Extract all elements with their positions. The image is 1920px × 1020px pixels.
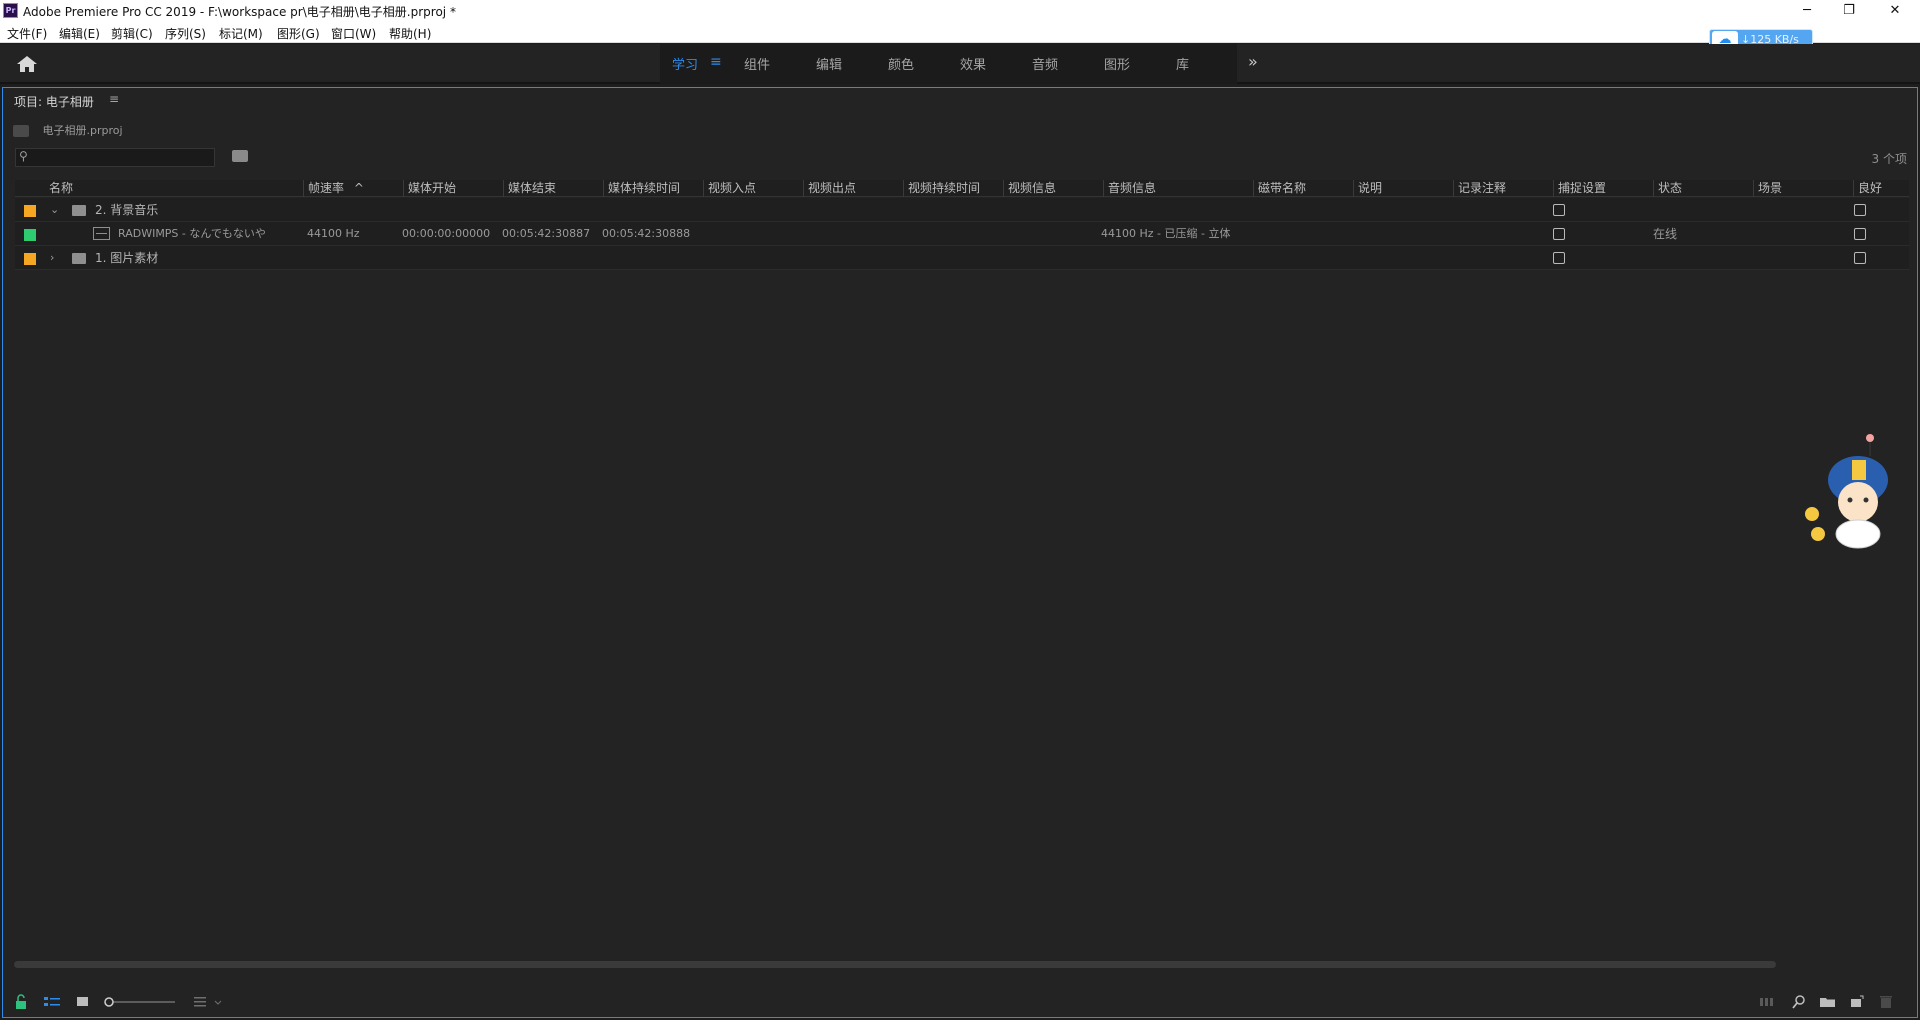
minimize-button[interactable]: ─	[1784, 0, 1830, 22]
column-name[interactable]: 名称	[45, 180, 303, 197]
table-row[interactable]: ⌄ 2. 背景音乐	[15, 198, 1909, 222]
menu-graphics[interactable]: 图形(G)	[277, 25, 320, 42]
find-icon[interactable]	[1791, 994, 1807, 1010]
project-writable-lock-icon[interactable]	[15, 994, 27, 1010]
row-name[interactable]: 1. 图片素材	[95, 246, 295, 270]
bin-icon	[13, 125, 29, 137]
table-row[interactable]: › 1. 图片素材	[15, 246, 1909, 270]
home-icon[interactable]	[15, 54, 39, 74]
column-status[interactable]: 状态	[1653, 180, 1753, 197]
window-title: Adobe Premiere Pro CC 2019 - F:\workspac…	[23, 5, 456, 19]
table-header: 名称 帧速率 ^ 媒体开始 媒体结束 媒体持续时间 视频入点 视频出点 视频持续…	[15, 180, 1909, 197]
search-input[interactable]	[36, 151, 210, 165]
workspace-tab-effects[interactable]: 效果	[960, 54, 986, 73]
folder-icon	[72, 205, 86, 216]
menu-window[interactable]: 窗口(W)	[331, 25, 376, 42]
column-audio-info[interactable]: 音频信息	[1103, 180, 1253, 197]
column-video-duration[interactable]: 视频持续时间	[903, 180, 1003, 197]
workspace-overflow-icon[interactable]: »	[1248, 52, 1258, 71]
menu-clip[interactable]: 剪辑(C)	[111, 25, 153, 42]
premiere-logo-icon: Pr	[3, 3, 18, 18]
workspace-tab-graphics[interactable]: 图形	[1104, 54, 1130, 73]
restore-button[interactable]: ❐	[1826, 0, 1872, 22]
workspace-bar: 学习 ≡ 组件 编辑 颜色 效果 音频 图形 库 »	[0, 44, 1920, 84]
new-bin-icon[interactable]	[1819, 994, 1837, 1010]
column-media-end[interactable]: 媒体结束	[503, 180, 603, 197]
item-count: 3 个项	[1871, 152, 1907, 166]
sort-ascending-icon: ^	[353, 181, 364, 195]
table-row[interactable]: RADWIMPS - なんでもないや 44100 Hz 00:00:00:000…	[15, 222, 1909, 246]
automate-to-sequence-icon[interactable]	[1759, 994, 1775, 1010]
new-search-bin-icon[interactable]	[232, 150, 248, 162]
project-path: 电子相册.prproj	[13, 122, 123, 138]
label-color-swatch[interactable]	[24, 205, 36, 217]
search-box[interactable]: ⚲	[15, 148, 215, 167]
column-good[interactable]: 良好	[1853, 180, 1909, 197]
search-icon: ⚲	[19, 149, 28, 163]
workspace-tab-libraries[interactable]: 库	[1176, 54, 1189, 73]
label-color-swatch[interactable]	[24, 229, 36, 241]
good-checkbox[interactable]	[1854, 252, 1866, 264]
horizontal-scrollbar[interactable]	[14, 961, 1776, 968]
workspace-tab-learning[interactable]: 学习	[672, 54, 698, 73]
workspace-tabs: 学习 ≡ 组件 编辑 颜色 效果 音频 图形 库	[660, 44, 1237, 84]
row-audio-info: 44100 Hz - 已压缩 - 立体	[1101, 227, 1231, 240]
row-status: 在线	[1653, 227, 1678, 241]
workspace-tab-audio[interactable]: 音频	[1032, 54, 1058, 73]
column-media-duration[interactable]: 媒体持续时间	[603, 180, 703, 197]
menu-help[interactable]: 帮助(H)	[389, 25, 431, 42]
capture-settings-checkbox[interactable]	[1553, 228, 1565, 240]
column-video-in[interactable]: 视频入点	[703, 180, 803, 197]
column-media-start[interactable]: 媒体开始	[403, 180, 503, 197]
panel-menu-icon[interactable]: ≡	[109, 92, 119, 106]
menu-marker[interactable]: 标记(M)	[219, 25, 263, 42]
row-media-start: 00:00:00:00000	[402, 227, 491, 240]
workspace-tab-editing[interactable]: 编辑	[816, 54, 842, 73]
project-panel: 项目: 电子相册 ≡ 电子相册.prproj ⚲ 3 个项 名称 帧速率 ^ 媒…	[2, 87, 1918, 1018]
menu-file[interactable]: 文件(F)	[7, 25, 47, 42]
row-media-end: 00:05:42:30887	[502, 227, 591, 240]
new-item-icon[interactable]	[1849, 994, 1865, 1010]
column-scene[interactable]: 场景	[1753, 180, 1853, 197]
close-button[interactable]: ✕	[1872, 0, 1918, 22]
column-description[interactable]: 说明	[1353, 180, 1453, 197]
column-video-info[interactable]: 视频信息	[1003, 180, 1103, 197]
clear-trash-icon[interactable]	[1879, 994, 1893, 1010]
mascot-sticker-icon[interactable]	[1800, 430, 1900, 550]
row-name[interactable]: 2. 背景音乐	[95, 198, 295, 222]
zoom-slider[interactable]	[103, 994, 177, 1010]
row-name[interactable]: RADWIMPS - なんでもないや	[118, 222, 298, 246]
panel-bottom-toolbar	[3, 988, 1917, 1018]
column-log-note[interactable]: 记录注释	[1453, 180, 1553, 197]
menu-bar: 文件(F) 编辑(E) 剪辑(C) 序列(S) 标记(M) 图形(G) 窗口(W…	[0, 22, 1920, 43]
project-file-name: 电子相册.prproj	[42, 124, 123, 137]
title-bar: Pr Adobe Premiere Pro CC 2019 - F:\works…	[0, 0, 1920, 22]
workspace-tab-assembly[interactable]: 组件	[744, 54, 770, 73]
workspace-menu-icon[interactable]: ≡	[710, 54, 722, 70]
column-capture-settings[interactable]: 捕捉设置	[1553, 180, 1653, 197]
collapse-twisty-icon[interactable]: ⌄	[50, 198, 59, 222]
panel-header: 项目: 电子相册 ≡	[3, 88, 1917, 114]
column-video-out[interactable]: 视频出点	[803, 180, 903, 197]
column-frame-rate[interactable]: 帧速率 ^	[303, 180, 403, 197]
audio-clip-icon	[93, 227, 110, 240]
capture-settings-checkbox[interactable]	[1553, 204, 1565, 216]
good-checkbox[interactable]	[1854, 228, 1866, 240]
row-frame-rate: 44100 Hz	[307, 227, 360, 240]
label-color-swatch[interactable]	[24, 253, 36, 265]
menu-sequence[interactable]: 序列(S)	[165, 25, 206, 42]
capture-settings-checkbox[interactable]	[1553, 252, 1565, 264]
list-view-icon[interactable]	[43, 994, 61, 1010]
workspace-tab-color[interactable]: 颜色	[888, 54, 914, 73]
row-media-duration: 00:05:42:30888	[602, 227, 691, 240]
panel-title[interactable]: 项目: 电子相册	[14, 93, 94, 110]
menu-edit[interactable]: 编辑(E)	[59, 25, 100, 42]
sort-icons-menu-icon[interactable]	[193, 994, 227, 1010]
icon-view-icon[interactable]	[76, 994, 90, 1010]
expand-twisty-icon[interactable]: ›	[50, 246, 54, 270]
folder-icon	[72, 253, 86, 264]
good-checkbox[interactable]	[1854, 204, 1866, 216]
column-tape-name[interactable]: 磁带名称	[1253, 180, 1353, 197]
